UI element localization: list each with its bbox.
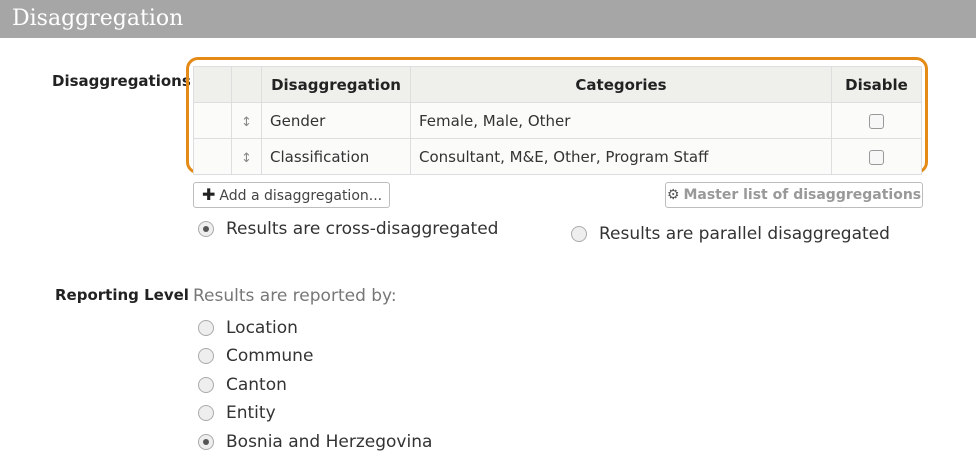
- disable-checkbox[interactable]: [869, 113, 884, 129]
- master-list-label: Master list of disaggregations: [683, 187, 922, 203]
- disaggregation-categories[interactable]: Consultant, M&E, Other, Program Staff: [410, 138, 832, 175]
- parallel-disaggregated-label: Results are parallel disaggregated: [599, 224, 890, 244]
- disaggregation-name[interactable]: Classification: [261, 138, 411, 175]
- drag-handle-icon[interactable]: ↕: [231, 138, 262, 175]
- reporting-option-label: Commune: [226, 346, 314, 366]
- section-title: Disaggregation: [12, 6, 184, 31]
- table-header-drag: [231, 66, 262, 103]
- column-header-disable: Disable: [831, 66, 922, 103]
- add-disaggregation-label: Add a disaggregation...: [219, 188, 383, 204]
- cross-disaggregated-radio[interactable]: [198, 221, 214, 237]
- reporting-radio[interactable]: [198, 348, 214, 364]
- table-header-blank: [193, 66, 232, 103]
- parallel-disaggregated-option[interactable]: Results are parallel disaggregated: [571, 224, 890, 244]
- add-disaggregation-button[interactable]: ✚ Add a disaggregation...: [193, 182, 390, 208]
- reporting-option-entity[interactable]: Entity: [198, 403, 276, 423]
- disaggregation-table: Disaggregation Categories Disable ↕ Gend…: [193, 66, 922, 175]
- reporting-radio[interactable]: [198, 405, 214, 421]
- reporting-option-location[interactable]: Location: [198, 318, 298, 338]
- reporting-radio[interactable]: [198, 320, 214, 336]
- reported-by-prompt: Results are reported by:: [193, 286, 397, 306]
- section-header: Disaggregation: [0, 0, 976, 38]
- disable-cell: [831, 138, 922, 175]
- gear-icon: ⚙: [666, 187, 680, 203]
- row-cell-blank: [193, 102, 232, 139]
- disaggregation-categories[interactable]: Female, Male, Other: [410, 102, 832, 139]
- reporting-option-label: Bosnia and Herzegovina: [226, 432, 433, 452]
- column-header-categories: Categories: [410, 66, 832, 103]
- reporting-option-label: Entity: [226, 403, 276, 423]
- reporting-level-label: Reporting Level: [55, 286, 189, 304]
- disaggregations-label: Disaggregations: [52, 72, 191, 90]
- table-header-row: Disaggregation Categories Disable: [193, 66, 922, 103]
- reporting-option-bosnia-and-herzegovina[interactable]: Bosnia and Herzegovina: [198, 432, 432, 452]
- reporting-option-label: Location: [226, 318, 298, 338]
- cross-disaggregated-option[interactable]: Results are cross-disaggregated: [198, 219, 498, 239]
- table-row: ↕ Classification Consultant, M&E, Other,…: [193, 138, 922, 175]
- reporting-option-commune[interactable]: Commune: [198, 346, 313, 366]
- plus-icon: ✚: [202, 185, 216, 204]
- row-cell-blank: [193, 138, 232, 175]
- master-list-button[interactable]: ⚙ Master list of disaggregations: [665, 182, 923, 208]
- reporting-radio[interactable]: [198, 377, 214, 393]
- disable-checkbox[interactable]: [869, 149, 884, 165]
- parallel-disaggregated-radio[interactable]: [571, 226, 587, 242]
- reporting-option-label: Canton: [226, 375, 287, 395]
- disable-cell: [831, 102, 922, 139]
- column-header-disaggregation: Disaggregation: [261, 66, 411, 103]
- disaggregation-name[interactable]: Gender: [261, 102, 411, 139]
- drag-handle-icon[interactable]: ↕: [231, 102, 262, 139]
- reporting-option-canton[interactable]: Canton: [198, 375, 287, 395]
- table-row: ↕ Gender Female, Male, Other: [193, 102, 922, 139]
- cross-disaggregated-label: Results are cross-disaggregated: [226, 219, 499, 239]
- reporting-radio[interactable]: [198, 434, 214, 450]
